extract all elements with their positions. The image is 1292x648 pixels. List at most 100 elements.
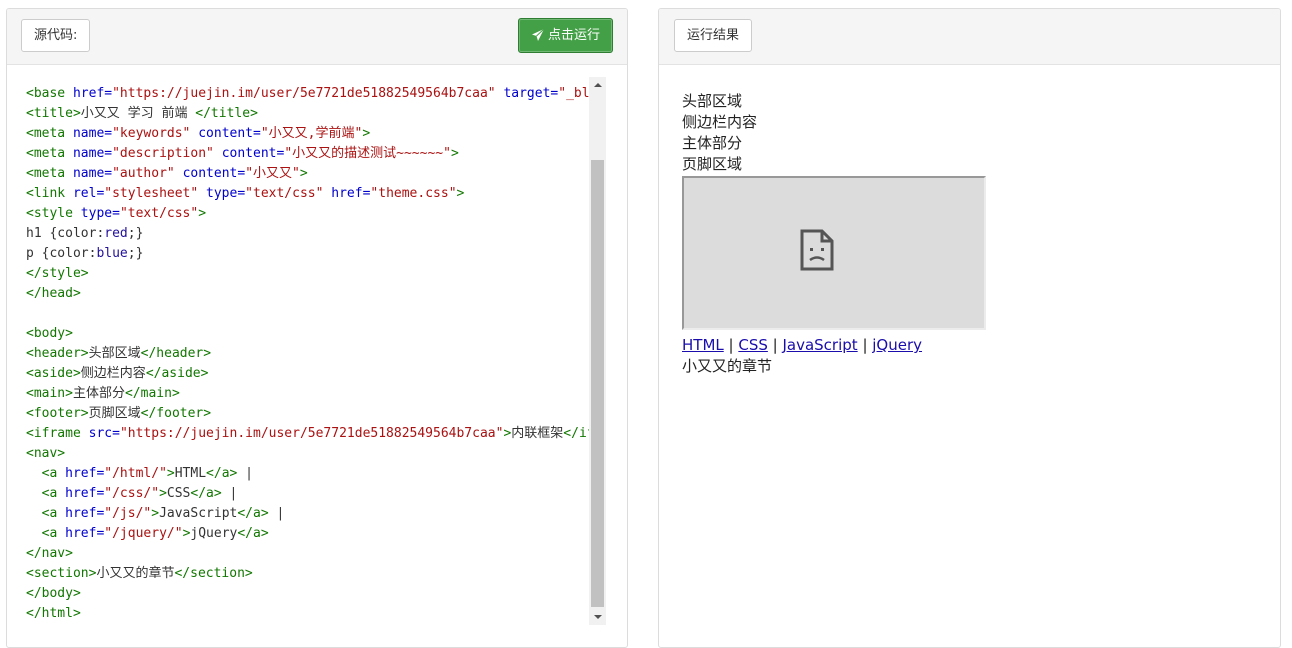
code-line[interactable]: h1 {color:red;}: [26, 224, 596, 244]
code-token: target=: [503, 86, 559, 101]
code-line[interactable]: <a href="/html/">HTML</a> |: [26, 464, 596, 484]
main-region: 主体部分: [682, 134, 743, 152]
code-text[interactable]: <base href="https://juejin.im/user/5e772…: [26, 84, 596, 624]
code-editor[interactable]: <base href="https://juejin.im/user/5e772…: [7, 64, 627, 647]
code-token: href=: [331, 186, 371, 201]
nav-separator: |: [723, 336, 739, 354]
code-token: <nav>: [26, 446, 66, 461]
run-button[interactable]: 点击运行: [517, 18, 613, 53]
code-line[interactable]: <title>小又又 学习 前端 </title>: [26, 104, 596, 124]
code-token: <title>: [26, 106, 81, 121]
code-token: >: [151, 506, 160, 521]
code-token: </section>: [174, 566, 253, 581]
code-token: "https://juejin.im/user/5e7721de51882549…: [119, 426, 504, 441]
result-panel-header: 运行结果: [659, 9, 1280, 65]
code-line[interactable]: <footer>页脚区域</footer>: [26, 404, 596, 424]
scrollbar-thumb[interactable]: [591, 160, 604, 607]
code-line[interactable]: [26, 304, 596, 324]
code-token: rel=: [72, 186, 105, 201]
code-line[interactable]: <meta name="description" content="小又又的描述…: [26, 144, 596, 164]
code-token: ;}: [127, 226, 144, 241]
nav-link-css[interactable]: CSS: [738, 336, 768, 354]
code-token: </a>: [206, 466, 238, 481]
inline-iframe[interactable]: [682, 176, 986, 330]
code-line[interactable]: <header>头部区域</header>: [26, 344, 596, 364]
code-token: <section>: [26, 566, 97, 581]
nav-link-javascript[interactable]: JavaScript: [782, 336, 857, 354]
code-token: <footer>: [26, 406, 89, 421]
source-code-label-button[interactable]: 源代码:: [21, 19, 91, 52]
code-token: >: [456, 186, 465, 201]
code-token: "https://juejin.im/user/5e7721de51882549…: [112, 86, 496, 101]
code-line[interactable]: <iframe src="https://juejin.im/user/5e77…: [26, 424, 596, 444]
nav-link-html[interactable]: HTML: [682, 336, 724, 354]
code-line[interactable]: <link rel="stylesheet" type="text/css" h…: [26, 184, 596, 204]
code-token: 页脚区域: [88, 406, 141, 421]
code-token: 侧边栏内容: [80, 366, 146, 381]
code-token: "小又又,学前端": [260, 126, 363, 141]
code-token: 头部区域: [88, 346, 141, 361]
code-token: 小又又的章节: [96, 566, 175, 581]
code-line[interactable]: </head>: [26, 284, 596, 304]
send-icon: [531, 28, 545, 41]
code-line[interactable]: <main>主体部分</main>: [26, 384, 596, 404]
code-line[interactable]: <a href="/js/">JavaScript</a> |: [26, 504, 596, 524]
code-token: >: [450, 146, 459, 161]
code-token: 主体部分: [72, 386, 125, 401]
result-label-button[interactable]: 运行结果: [674, 19, 753, 52]
scroll-up-arrow-icon[interactable]: [589, 77, 606, 94]
code-token: content=: [221, 146, 285, 161]
broken-page-icon: [800, 229, 834, 271]
aside-region: 侧边栏内容: [682, 113, 758, 131]
footer-region: 页脚区域: [682, 155, 743, 173]
code-line[interactable]: <a href="/jquery/">jQuery</a>: [26, 524, 596, 544]
nav-separator: |: [857, 336, 873, 354]
code-token: </head>: [26, 286, 81, 301]
code-line[interactable]: <style type="text/css">: [26, 204, 596, 224]
code-token: </style>: [26, 266, 89, 281]
code-token: </footer>: [140, 406, 212, 421]
code-line[interactable]: <aside>侧边栏内容</aside>: [26, 364, 596, 384]
result-panel: 运行结果 头部区域 侧边栏内容 主体部分 页脚区域 HTML | CSS | J…: [658, 8, 1281, 648]
code-token: </header>: [140, 346, 212, 361]
code-line[interactable]: <section>小又又的章节</section>: [26, 564, 596, 584]
code-token: "小又又的描述测试~~~~~~": [284, 146, 451, 161]
code-token: <a: [41, 526, 66, 541]
code-line[interactable]: <body>: [26, 324, 596, 344]
nav-link-jquery[interactable]: jQuery: [872, 336, 922, 354]
code-token: "theme.css": [370, 186, 457, 201]
code-line[interactable]: <nav>: [26, 444, 596, 464]
code-token: type=: [80, 206, 120, 221]
code-token: </a>: [237, 526, 269, 541]
code-line[interactable]: </body>: [26, 584, 596, 604]
code-token: HTML: [174, 466, 207, 481]
code-token: </main>: [124, 386, 180, 401]
code-token: "小又又": [245, 166, 300, 181]
code-token: p {color:: [26, 246, 97, 261]
code-token: >: [166, 466, 175, 481]
code-token: "text/css": [245, 186, 324, 201]
code-line[interactable]: </nav>: [26, 544, 596, 564]
code-line[interactable]: <meta name="keywords" content="小又又,学前端">: [26, 124, 596, 144]
code-line[interactable]: p {color:blue;}: [26, 244, 596, 264]
code-line[interactable]: <base href="https://juejin.im/user/5e772…: [26, 84, 596, 104]
code-token: "/jquery/": [104, 526, 183, 541]
section-region: 小又又的章节: [682, 357, 773, 375]
code-token: <style: [26, 206, 81, 221]
code-token: href=: [65, 526, 105, 541]
header-region: 头部区域: [682, 92, 743, 110]
scroll-down-arrow-icon[interactable]: [589, 608, 606, 625]
code-line[interactable]: </style>: [26, 264, 596, 284]
editor-scrollbar[interactable]: [589, 77, 606, 625]
code-line[interactable]: <meta name="author" content="小又又">: [26, 164, 596, 184]
code-token: "/js/": [104, 506, 152, 521]
code-token: <meta: [26, 126, 73, 141]
code-token: ;}: [127, 246, 144, 261]
code-token: type=: [206, 186, 246, 201]
code-token: <iframe: [26, 426, 89, 441]
code-line[interactable]: </html>: [26, 604, 596, 624]
code-line[interactable]: <a href="/css/">CSS</a> |: [26, 484, 596, 504]
